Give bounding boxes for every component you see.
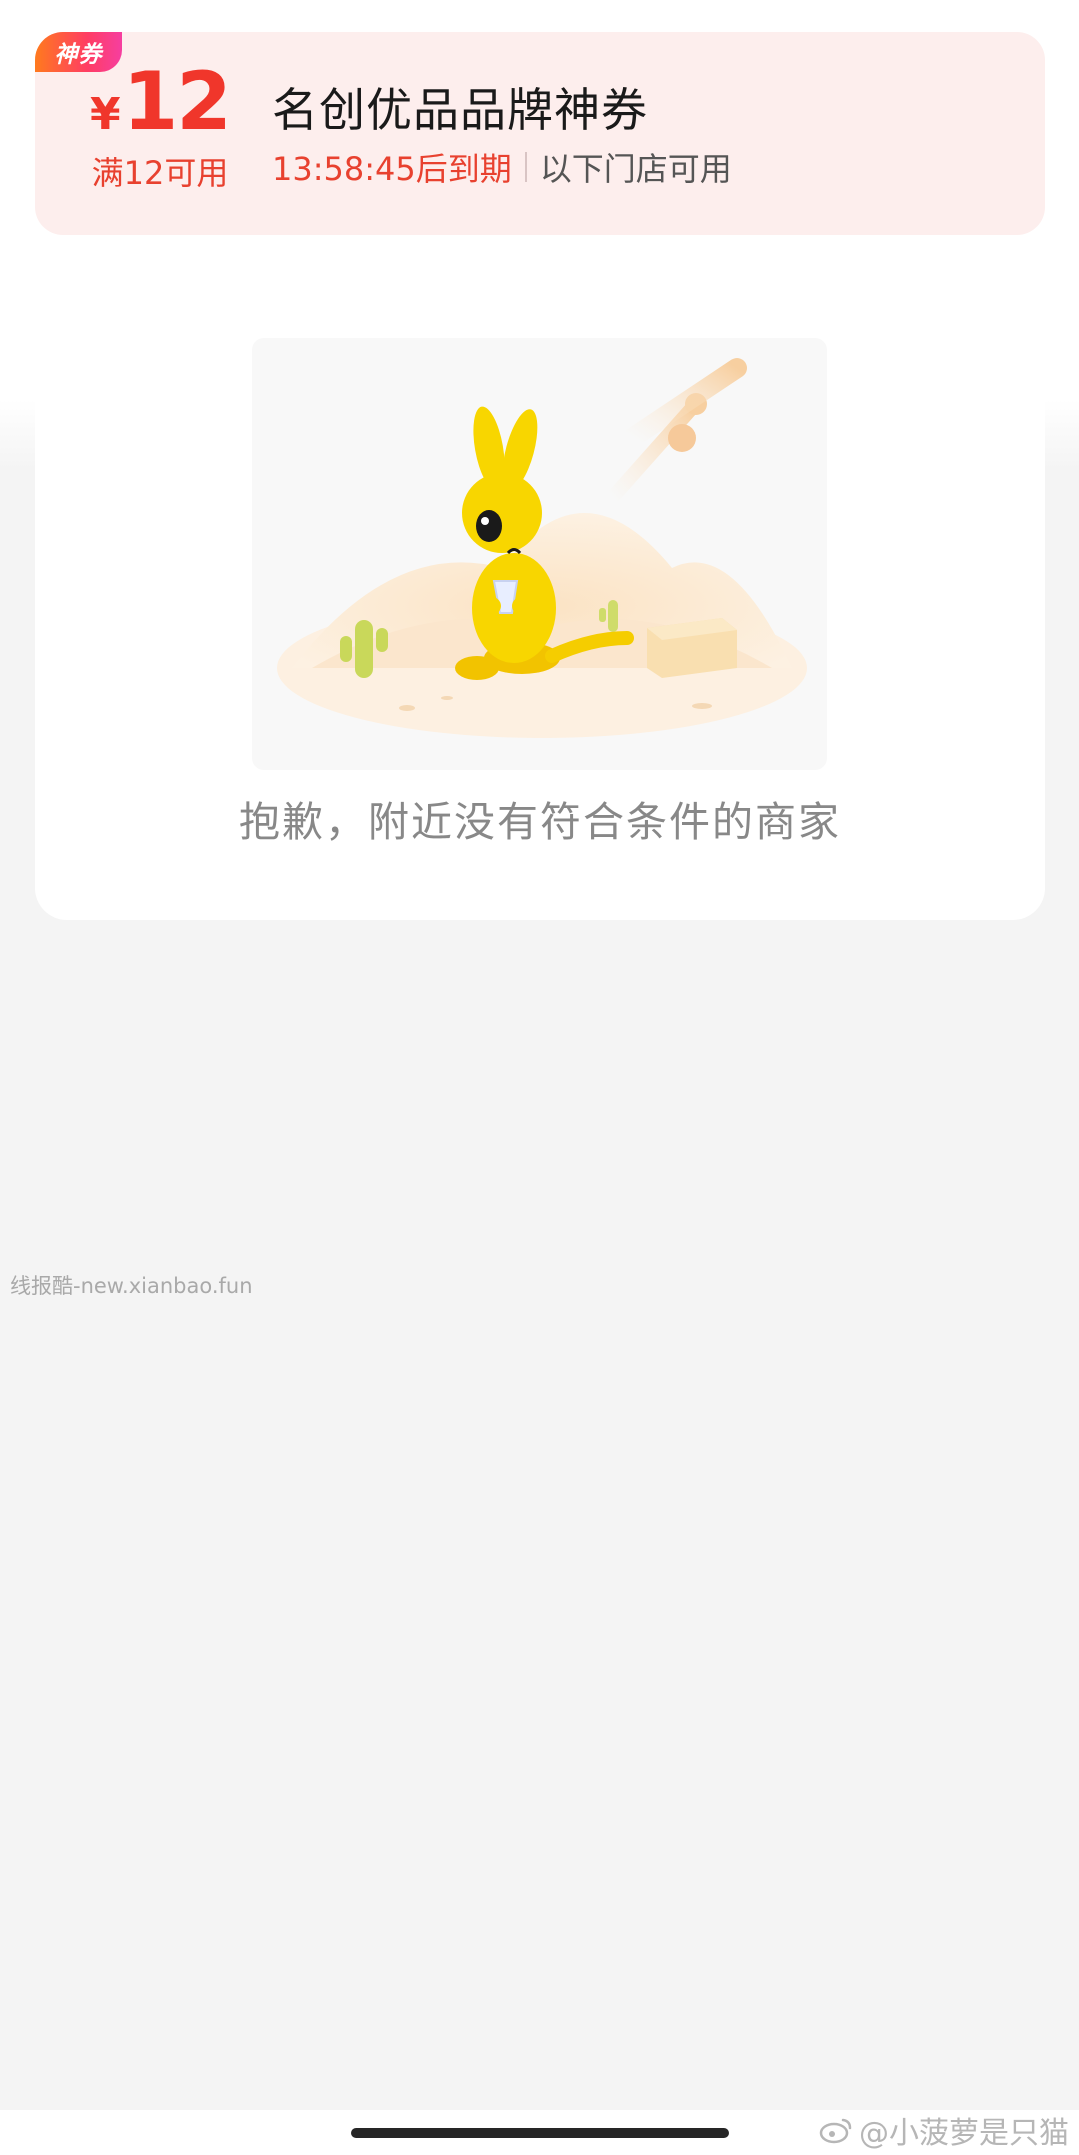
- price-currency: ¥: [90, 89, 121, 140]
- price-amount: 12: [122, 55, 232, 148]
- stores-available-label: 以下门店可用: [539, 150, 732, 188]
- expiry-countdown: 13:58:45后到期: [272, 150, 512, 188]
- kangaroo-desert-illustration: [277, 358, 807, 738]
- empty-state-message: 抱歉，附近没有符合条件的商家: [239, 798, 841, 846]
- coupon-card[interactable]: 神券 ¥ 12 满12可用 名创优品品牌神券 13:58:45后到期 以下门店可…: [35, 32, 1045, 235]
- price-line: ¥ 12: [90, 55, 232, 148]
- coupon-title: 名创优品品牌神券: [272, 83, 648, 137]
- price-condition: 满12可用: [91, 154, 229, 192]
- meta-divider: [524, 152, 527, 182]
- weibo-credit-text: @小菠萝是只猫: [859, 2116, 1069, 2151]
- weibo-icon: [819, 2118, 852, 2144]
- watermark-text: 线报酷-new.xianbao.fun: [10, 1274, 253, 1298]
- empty-state-card: 抱歉，附近没有符合条件的商家: [35, 300, 1045, 920]
- coupon-price-block: ¥ 12 满12可用: [90, 55, 232, 194]
- empty-state-illustration: [252, 338, 827, 770]
- coupon-meta: 13:58:45后到期 以下门店可用: [272, 144, 732, 190]
- weibo-credit: @小菠萝是只猫: [819, 2108, 1069, 2152]
- home-indicator[interactable]: [351, 2128, 729, 2138]
